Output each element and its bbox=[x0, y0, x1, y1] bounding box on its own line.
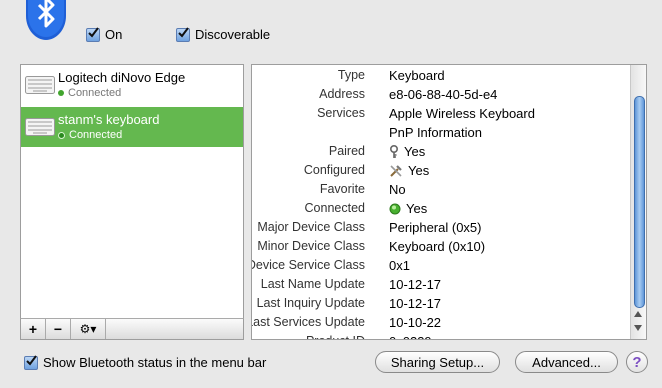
discoverable-label: Discoverable bbox=[195, 27, 271, 42]
detail-value: Keyboard (0x10) bbox=[389, 239, 486, 254]
detail-value: Yes bbox=[408, 163, 430, 178]
detail-row-connected: Connected Yes bbox=[252, 201, 632, 220]
detail-row-last-services-update: Last Services Update 10-10-22 bbox=[252, 315, 632, 334]
discoverable-checkbox[interactable]: Discoverable bbox=[176, 26, 271, 42]
device-status-label: Connected bbox=[68, 87, 122, 99]
detail-value: Peripheral (0x5) bbox=[389, 220, 482, 235]
detail-key: Connected bbox=[304, 201, 365, 215]
detail-row-type: Type Keyboard bbox=[252, 68, 632, 87]
menu-bar-status-label: Show Bluetooth status in the menu bar bbox=[43, 355, 267, 370]
connected-dot-icon bbox=[58, 131, 65, 139]
keyboard-icon bbox=[25, 76, 55, 94]
detail-value: PnP Information bbox=[389, 125, 482, 140]
detail-row-major-class: Major Device Class Peripheral (0x5) bbox=[252, 220, 632, 239]
menu-bar-status-checkbox[interactable]: Show Bluetooth status in the menu bar bbox=[24, 354, 267, 370]
detail-key: Last Name Update bbox=[260, 277, 365, 291]
detail-key: Major Device Class bbox=[257, 220, 365, 234]
device-name: Logitech diNovo Edge bbox=[58, 70, 186, 85]
detail-key: Configured bbox=[303, 163, 365, 177]
detail-row-configured: Configured Yes bbox=[252, 163, 632, 182]
detail-row-services: Services Apple Wireless Keyboard bbox=[252, 106, 632, 125]
detail-value: 10-12-17 bbox=[389, 277, 442, 292]
help-button[interactable]: ? bbox=[626, 351, 648, 373]
green-dot-icon bbox=[389, 203, 401, 214]
device-item-stanm-keyboard[interactable]: stanm's keyboard Connected bbox=[21, 107, 243, 147]
detail-row-paired: Paired Yes bbox=[252, 144, 632, 163]
detail-row-minor-class: Minor Device Class Keyboard (0x10) bbox=[252, 239, 632, 258]
device-status-label: Connected bbox=[69, 129, 123, 141]
sharing-setup-button[interactable]: Sharing Setup... bbox=[375, 351, 500, 373]
tools-icon bbox=[390, 164, 402, 177]
detail-row-services-2: PnP Information bbox=[252, 125, 632, 144]
device-details-panel: Type Keyboard Address e8-06-88-40-5d-e4 … bbox=[251, 64, 647, 340]
device-name: stanm's keyboard bbox=[58, 112, 160, 127]
on-label: On bbox=[105, 27, 123, 42]
details-scrollbar[interactable] bbox=[630, 65, 646, 339]
on-checkbox[interactable]: On bbox=[86, 26, 123, 42]
device-status: Connected bbox=[58, 87, 121, 99]
detail-row-favorite: Favorite No bbox=[252, 182, 632, 201]
scrollbar-thumb[interactable] bbox=[634, 96, 645, 308]
gear-menu-button[interactable]: ⚙▾ bbox=[71, 319, 106, 339]
detail-value: No bbox=[389, 182, 406, 197]
scroll-down-arrow-icon[interactable] bbox=[634, 325, 642, 331]
detail-row-address: Address e8-06-88-40-5d-e4 bbox=[252, 87, 632, 106]
detail-key: Services bbox=[317, 106, 365, 120]
detail-value: 10-12-17 bbox=[389, 296, 442, 311]
detail-row-last-inquiry-update: Last Inquiry Update 10-12-17 bbox=[252, 296, 632, 315]
detail-row-product-id: Product ID 0x0239 bbox=[252, 334, 632, 339]
detail-key: Device Service Class bbox=[251, 258, 365, 272]
detail-value: Yes bbox=[406, 201, 428, 216]
remove-device-button[interactable]: − bbox=[46, 319, 71, 339]
detail-key: Last Inquiry Update bbox=[256, 296, 365, 310]
detail-key: Minor Device Class bbox=[257, 239, 365, 253]
device-item-logitech[interactable]: Logitech diNovo Edge Connected bbox=[21, 65, 243, 105]
device-status: Connected bbox=[58, 129, 122, 141]
detail-value: Yes bbox=[404, 144, 426, 159]
detail-key: Last Services Update bbox=[251, 315, 365, 329]
bluetooth-logo-icon bbox=[26, 0, 66, 40]
detail-value: 0x1 bbox=[389, 258, 410, 273]
detail-row-last-name-update: Last Name Update 10-12-17 bbox=[252, 277, 632, 296]
detail-value: e8-06-88-40-5d-e4 bbox=[389, 87, 498, 102]
detail-value: 0x0239 bbox=[389, 334, 432, 339]
advanced-button[interactable]: Advanced... bbox=[515, 351, 618, 373]
add-device-button[interactable]: + bbox=[21, 319, 46, 339]
connected-dot-icon bbox=[58, 90, 64, 96]
detail-value: 10-10-22 bbox=[389, 315, 442, 330]
device-list[interactable]: Logitech diNovo Edge Connected stanm's k… bbox=[20, 64, 244, 340]
on-checkbox-box[interactable] bbox=[86, 26, 100, 42]
detail-key: Type bbox=[337, 68, 365, 82]
detail-key: Paired bbox=[328, 144, 365, 158]
detail-key: Address bbox=[319, 87, 365, 101]
discoverable-checkbox-box[interactable] bbox=[176, 26, 190, 42]
scroll-up-arrow-icon[interactable] bbox=[634, 311, 642, 317]
device-list-toolbar: + − ⚙▾ bbox=[20, 318, 244, 340]
detail-key: Favorite bbox=[319, 182, 365, 196]
detail-key: Product ID bbox=[306, 334, 365, 339]
menu-bar-status-checkbox-box[interactable] bbox=[24, 354, 38, 370]
detail-row-service-class: Device Service Class 0x1 bbox=[252, 258, 632, 277]
detail-value: Keyboard bbox=[389, 68, 445, 83]
key-icon bbox=[390, 144, 398, 158]
keyboard-icon bbox=[25, 118, 55, 136]
detail-value: Apple Wireless Keyboard bbox=[389, 106, 535, 121]
